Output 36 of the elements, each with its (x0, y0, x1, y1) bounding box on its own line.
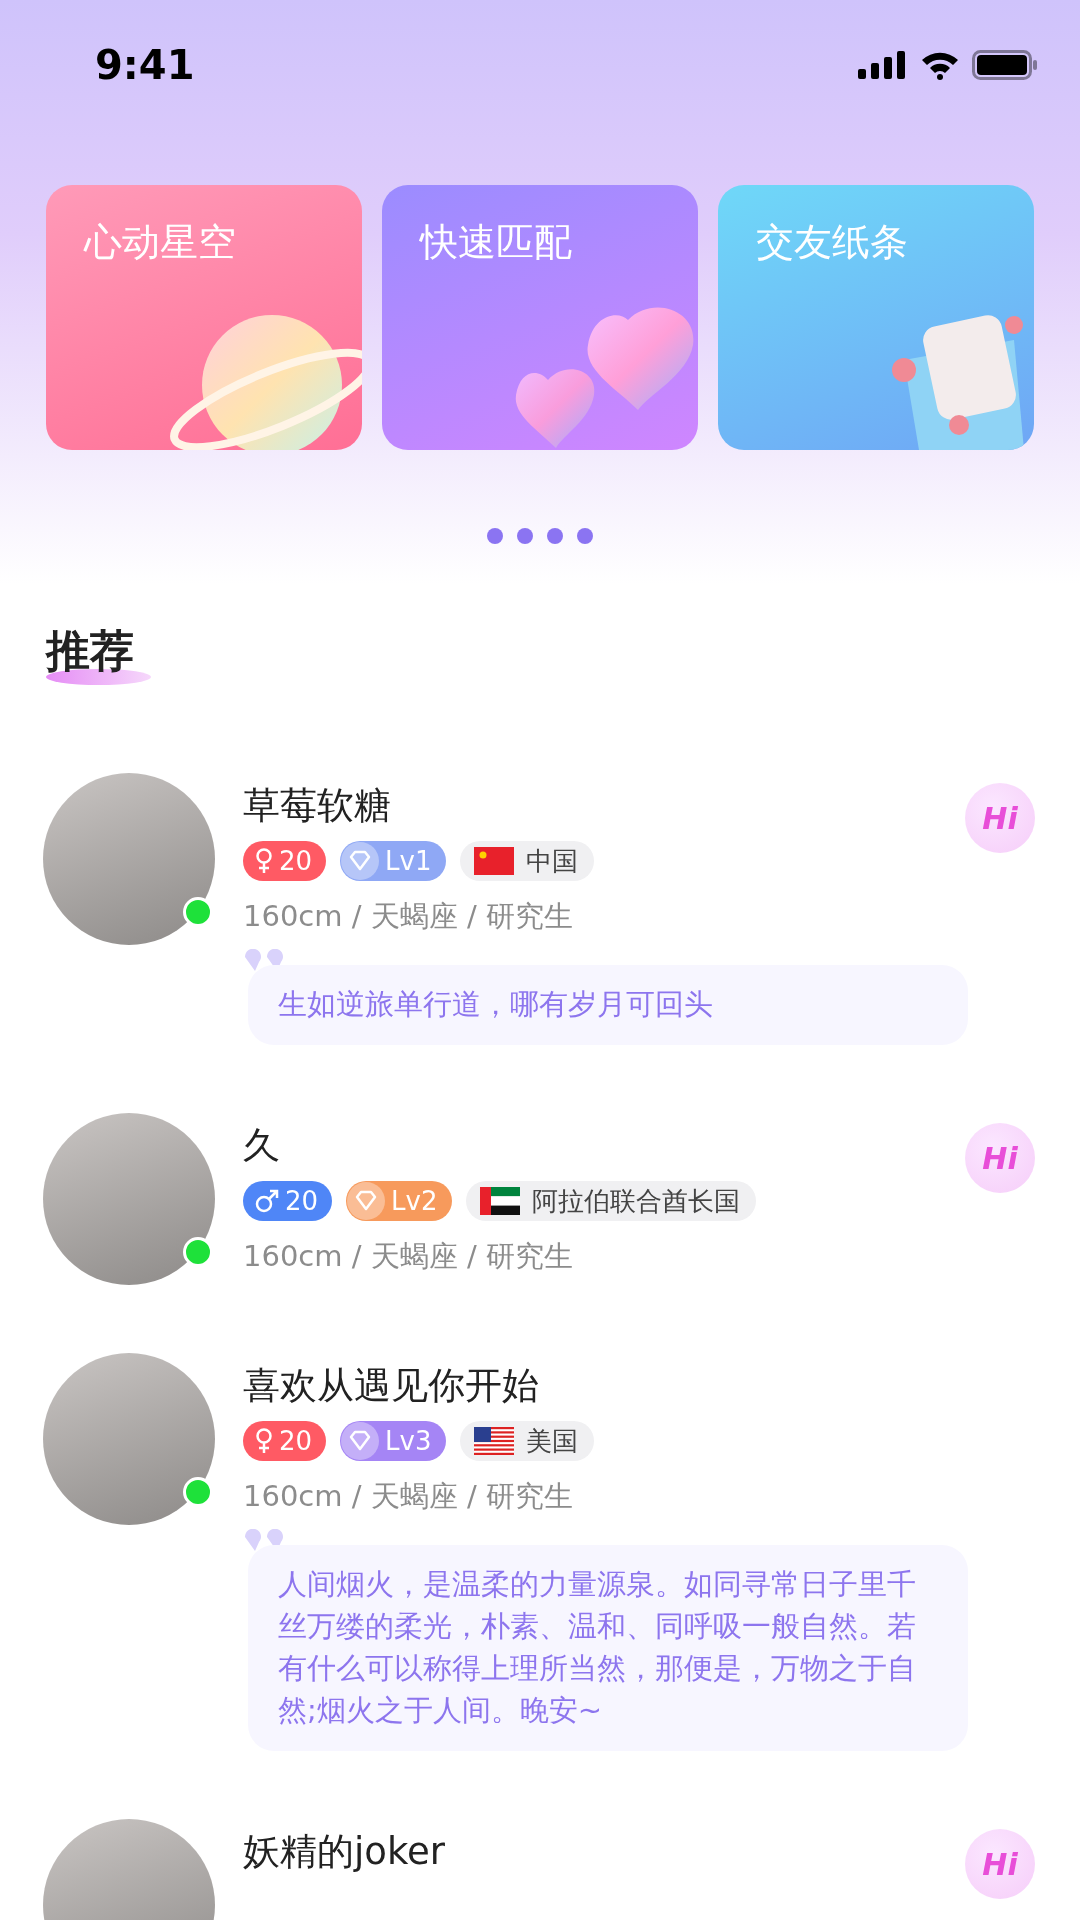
quote-bubble: 人间烟火，是温柔的力量源泉。如同寻常日子里千丝万缕的柔光，朴素、温和、同呼吸一般自然。若有什么可以称得上理所当然，那便是，万物之于自然;烟火之于人间。晚安~ (248, 1545, 968, 1751)
say-hi-button[interactable]: Hi (965, 783, 1035, 853)
level-badge: Lv1 (340, 841, 446, 881)
user-name: 草莓软糖 (243, 783, 391, 829)
banner-title: 心动星空 (84, 219, 236, 266)
page-dot[interactable] (487, 528, 503, 544)
banner-card[interactable]: 交友纸条 (718, 185, 1034, 450)
banner-card[interactable]: 心动星空 (46, 185, 362, 450)
say-hi-button[interactable]: Hi (965, 1123, 1035, 1193)
level-badge: Lv3 (340, 1421, 446, 1461)
banner-title: 快速匹配 (420, 219, 572, 266)
section-title: 推荐 (46, 625, 134, 676)
gender-age-badge: 20 (243, 1181, 333, 1221)
profile-info: 160cm / 天蝎座 / 研究生 (243, 1478, 573, 1515)
wifi-icon (920, 50, 960, 80)
profile-info: 160cm / 天蝎座 / 研究生 (243, 898, 573, 935)
country-name: 美国 (525, 1424, 578, 1458)
banner-title: 交友纸条 (756, 219, 908, 266)
quote-bubble: 生如逆旅单行道，哪有岁月可回头 (248, 965, 968, 1045)
user-name: 喜欢从遇见你开始 (243, 1363, 539, 1409)
battery-icon (972, 50, 1038, 80)
page-dot[interactable] (577, 528, 593, 544)
country-name: 中国 (525, 844, 578, 878)
status-time: 9:41 (95, 42, 195, 88)
level-badge: Lv2 (346, 1181, 452, 1221)
user-name: 妖精的joker (243, 1829, 445, 1875)
signal-icon (858, 51, 908, 79)
gender-age-badge: 20 (243, 841, 327, 881)
page-dot[interactable] (547, 528, 563, 544)
user-name: 久 (243, 1123, 280, 1169)
gender-age-badge: 20 (243, 1421, 327, 1461)
country-name: 阿拉伯联合酋长国 (531, 1184, 740, 1218)
say-hi-button[interactable]: Hi (965, 1829, 1035, 1899)
banner-card[interactable]: 快速匹配 (382, 185, 698, 450)
page-dot[interactable] (517, 528, 533, 544)
profile-info: 160cm / 天蝎座 / 研究生 (243, 1238, 573, 1275)
